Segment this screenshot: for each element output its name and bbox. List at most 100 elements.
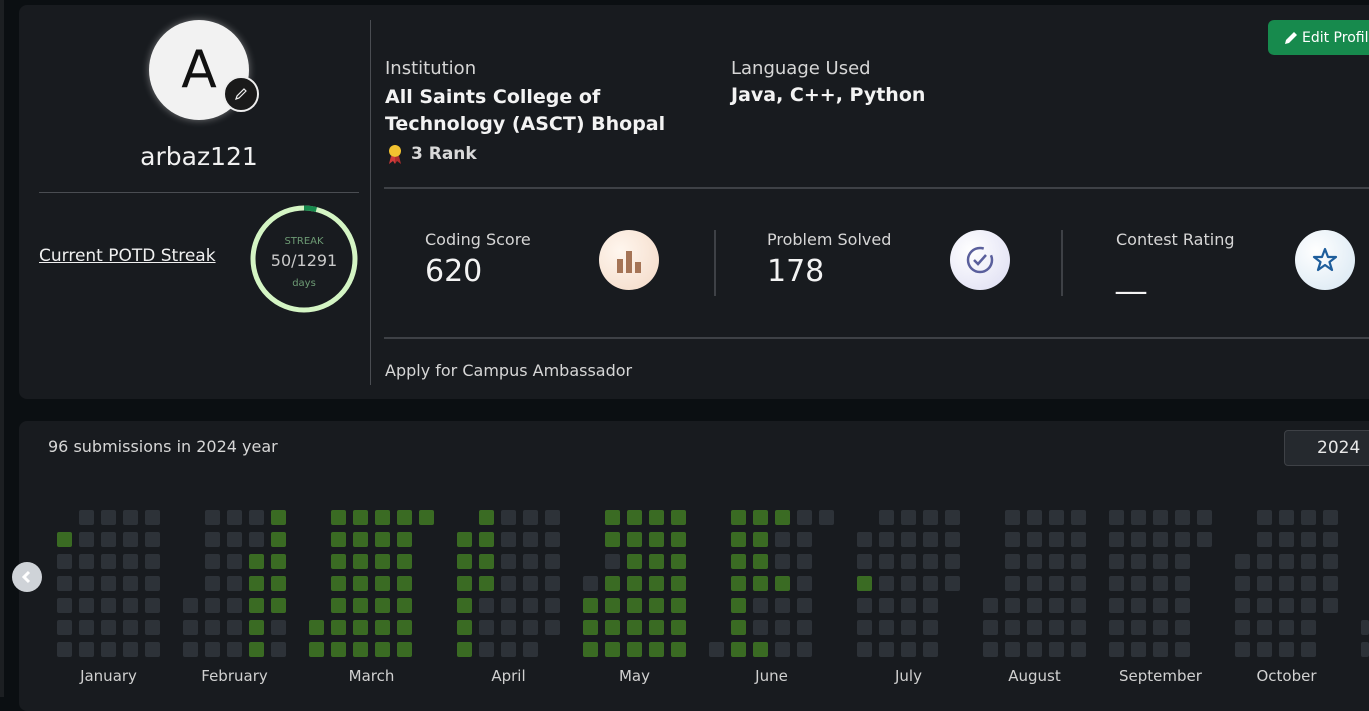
heatmap-cell[interactable]	[605, 598, 620, 613]
heatmap-cell[interactable]	[57, 532, 72, 547]
heatmap-cell[interactable]	[1109, 576, 1124, 591]
heatmap-cell[interactable]	[249, 620, 264, 635]
heatmap-cell[interactable]	[271, 510, 286, 525]
heatmap-cell[interactable]	[901, 576, 916, 591]
heatmap-cell[interactable]	[271, 598, 286, 613]
heatmap-cell[interactable]	[375, 642, 390, 657]
heatmap-cell[interactable]	[145, 510, 160, 525]
heatmap-cell[interactable]	[649, 598, 664, 613]
heatmap-cell[interactable]	[1005, 576, 1020, 591]
heatmap-cell[interactable]	[205, 554, 220, 569]
heatmap-cell[interactable]	[309, 620, 324, 635]
heatmap-cell[interactable]	[819, 510, 834, 525]
heatmap-cell[interactable]	[123, 554, 138, 569]
heatmap-cell[interactable]	[797, 642, 812, 657]
heatmap-cell[interactable]	[901, 510, 916, 525]
heatmap-cell[interactable]	[627, 576, 642, 591]
heatmap-cell[interactable]	[1131, 510, 1146, 525]
heatmap-cell[interactable]	[545, 598, 560, 613]
heatmap-cell[interactable]	[101, 576, 116, 591]
heatmap-cell[interactable]	[545, 532, 560, 547]
heatmap-cell[interactable]	[627, 642, 642, 657]
heatmap-cell[interactable]	[857, 554, 872, 569]
heatmap-cell[interactable]	[671, 510, 686, 525]
heatmap-cell[interactable]	[101, 532, 116, 547]
heatmap-cell[interactable]	[375, 576, 390, 591]
heatmap-cell[interactable]	[353, 598, 368, 613]
heatmap-cell[interactable]	[249, 598, 264, 613]
heatmap-cell[interactable]	[353, 620, 368, 635]
heatmap-cell[interactable]	[397, 576, 412, 591]
heatmap-cell[interactable]	[331, 642, 346, 657]
heatmap-cell[interactable]	[145, 620, 160, 635]
heatmap-cell[interactable]	[1323, 510, 1338, 525]
heatmap-cell[interactable]	[671, 598, 686, 613]
heatmap-cell[interactable]	[397, 510, 412, 525]
heatmap-cell[interactable]	[879, 642, 894, 657]
heatmap-cell[interactable]	[501, 598, 516, 613]
heatmap-cell[interactable]	[1301, 576, 1316, 591]
heatmap-cell[interactable]	[1131, 642, 1146, 657]
heatmap-cell[interactable]	[523, 642, 538, 657]
heatmap-cell[interactable]	[79, 554, 94, 569]
heatmap-cell[interactable]	[1301, 620, 1316, 635]
heatmap-cell[interactable]	[353, 532, 368, 547]
heatmap-cell[interactable]	[627, 598, 642, 613]
heatmap-cell[interactable]	[1071, 554, 1086, 569]
heatmap-cell[interactable]	[1071, 576, 1086, 591]
heatmap-cell[interactable]	[419, 510, 434, 525]
heatmap-cell[interactable]	[1323, 554, 1338, 569]
heatmap-cell[interactable]	[983, 598, 998, 613]
heatmap-cell[interactable]	[1131, 576, 1146, 591]
heatmap-cell[interactable]	[1257, 620, 1272, 635]
heatmap-cell[interactable]	[649, 642, 664, 657]
heatmap-cell[interactable]	[605, 642, 620, 657]
heatmap-cell[interactable]	[205, 532, 220, 547]
heatmap-cell[interactable]	[923, 620, 938, 635]
heatmap-cell[interactable]	[79, 510, 94, 525]
heatmap-cell[interactable]	[375, 598, 390, 613]
heatmap-cell[interactable]	[1235, 620, 1250, 635]
heatmap-cell[interactable]	[775, 510, 790, 525]
heatmap-cell[interactable]	[945, 576, 960, 591]
heatmap-cell[interactable]	[145, 576, 160, 591]
heatmap-cell[interactable]	[1175, 510, 1190, 525]
heatmap-cell[interactable]	[775, 576, 790, 591]
heatmap-cell[interactable]	[457, 532, 472, 547]
heatmap-cell[interactable]	[523, 554, 538, 569]
heatmap-cell[interactable]	[923, 576, 938, 591]
heatmap-cell[interactable]	[1131, 532, 1146, 547]
heatmap-cell[interactable]	[331, 532, 346, 547]
heatmap-cell[interactable]	[375, 620, 390, 635]
heatmap-cell[interactable]	[1175, 598, 1190, 613]
heatmap-cell[interactable]	[857, 576, 872, 591]
heatmap-cell[interactable]	[775, 642, 790, 657]
heatmap-cell[interactable]	[1109, 620, 1124, 635]
heatmap-cell[interactable]	[879, 598, 894, 613]
heatmap-cell[interactable]	[753, 510, 768, 525]
heatmap-cell[interactable]	[1005, 532, 1020, 547]
heatmap-cell[interactable]	[1175, 554, 1190, 569]
heatmap-cell[interactable]	[1323, 532, 1338, 547]
heatmap-cell[interactable]	[1175, 642, 1190, 657]
heatmap-cell[interactable]	[205, 510, 220, 525]
heatmap-cell[interactable]	[1049, 598, 1064, 613]
heatmap-cell[interactable]	[101, 642, 116, 657]
heatmap-cell[interactable]	[501, 642, 516, 657]
heatmap-cell[interactable]	[249, 642, 264, 657]
heatmap-cell[interactable]	[923, 554, 938, 569]
heatmap-cell[interactable]	[1257, 510, 1272, 525]
heatmap-cell[interactable]	[731, 532, 746, 547]
heatmap-cell[interactable]	[627, 620, 642, 635]
heatmap-cell[interactable]	[1197, 532, 1212, 547]
heatmap-cell[interactable]	[1071, 598, 1086, 613]
heatmap-cell[interactable]	[479, 510, 494, 525]
heatmap-cell[interactable]	[1005, 554, 1020, 569]
heatmap-cell[interactable]	[1279, 620, 1294, 635]
heatmap-cell[interactable]	[1279, 576, 1294, 591]
heatmap-cell[interactable]	[1109, 510, 1124, 525]
heatmap-cell[interactable]	[523, 620, 538, 635]
heatmap-cell[interactable]	[501, 576, 516, 591]
heatmap-cell[interactable]	[183, 620, 198, 635]
heatmap-cell[interactable]	[353, 642, 368, 657]
